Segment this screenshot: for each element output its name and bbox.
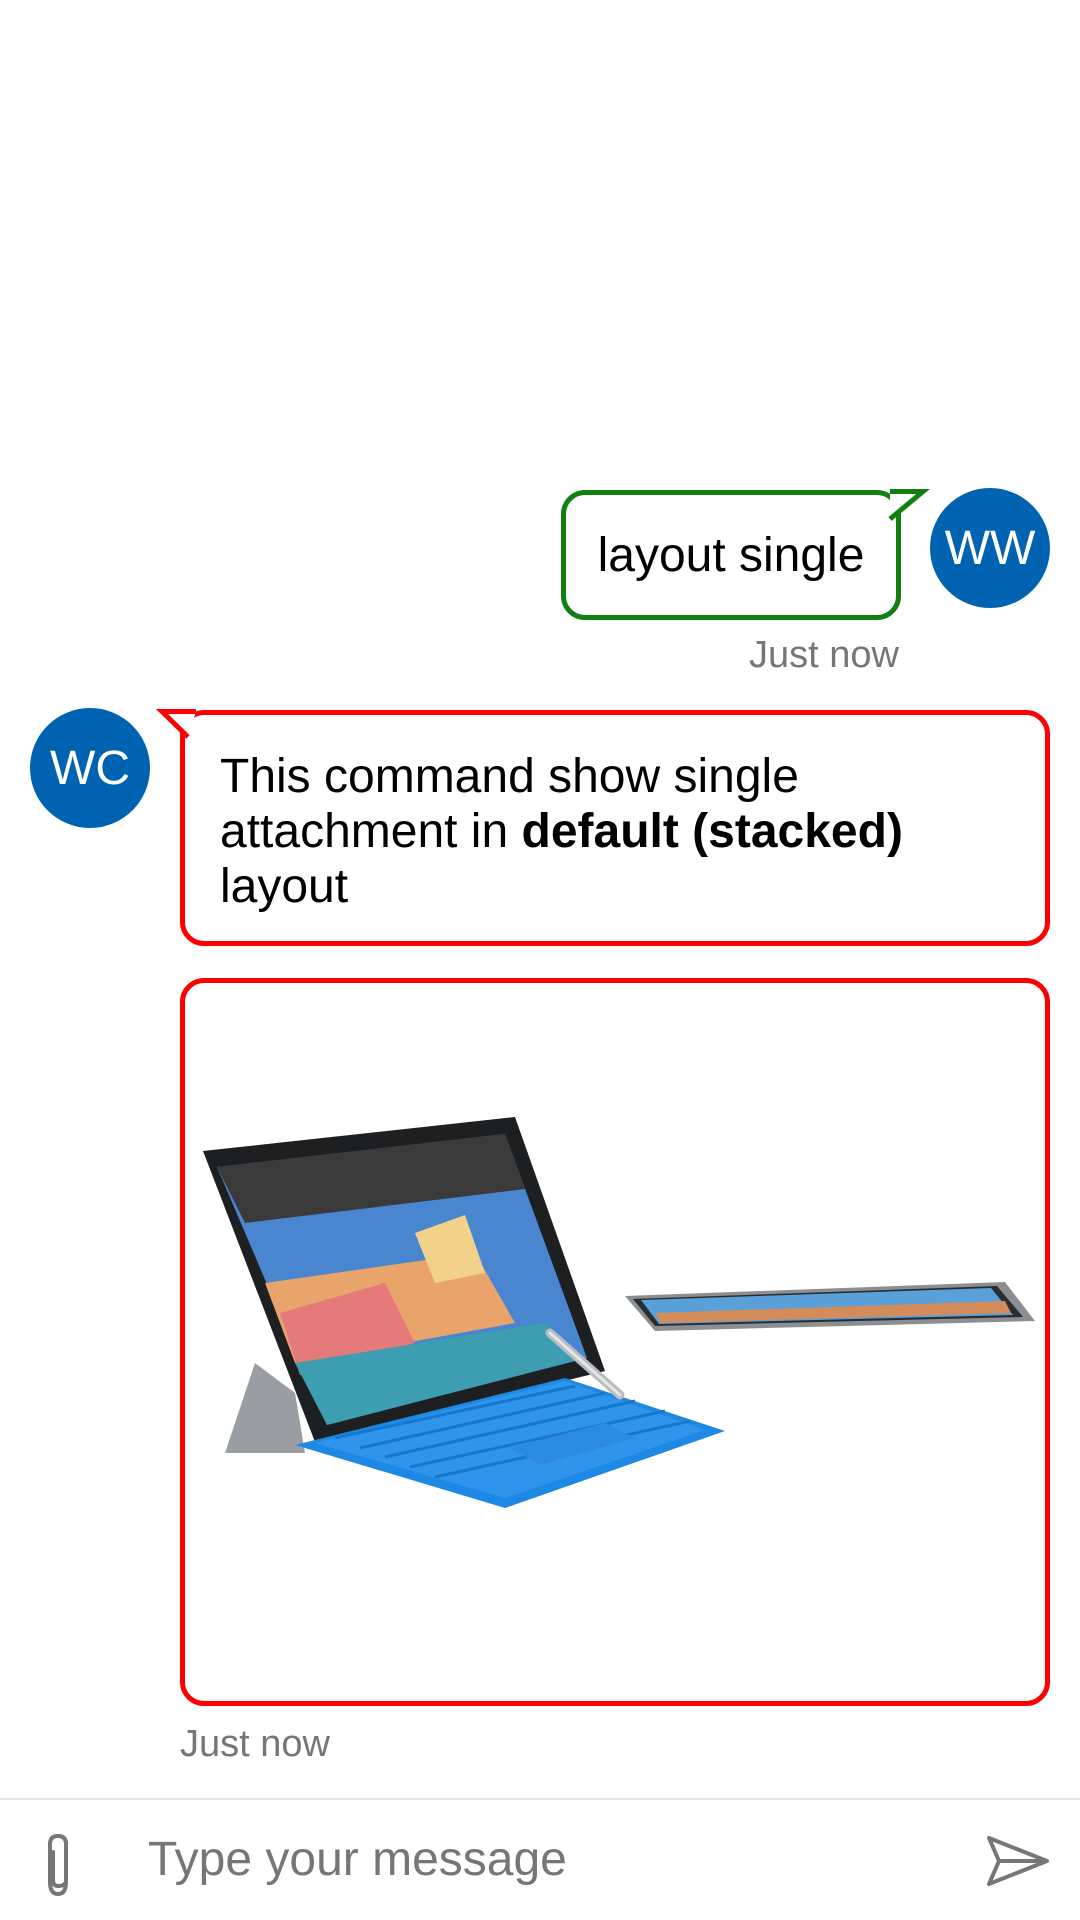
user-message-bubble: layout single bbox=[561, 490, 901, 620]
bot-avatar-initials: WC bbox=[50, 741, 130, 795]
flat-tablet-illustration bbox=[625, 1282, 1035, 1331]
send-icon[interactable] bbox=[985, 1834, 1051, 1888]
message-input[interactable] bbox=[148, 1822, 948, 1896]
bot-message-text: This command show single attachment in d… bbox=[220, 750, 903, 913]
bot-message-bubble: This command show single attachment in d… bbox=[180, 710, 1050, 946]
attachment-card[interactable] bbox=[180, 978, 1050, 1706]
bot-avatar[interactable]: WC bbox=[30, 708, 150, 828]
user-message-timestamp: Just now bbox=[749, 634, 899, 676]
bot-message-bold-text: default (stacked) bbox=[521, 805, 903, 858]
user-bubble-nub bbox=[888, 489, 930, 521]
message-composer bbox=[0, 1798, 1080, 1920]
bot-message-timestamp: Just now bbox=[180, 1723, 330, 1765]
user-message-text: layout single bbox=[597, 528, 865, 582]
user-avatar[interactable]: WW bbox=[930, 488, 1050, 608]
bot-message-text-part: layout bbox=[220, 860, 349, 913]
paperclip-icon[interactable] bbox=[36, 1830, 82, 1900]
user-avatar-initials: WW bbox=[944, 521, 1036, 575]
bot-bubble-nub bbox=[155, 709, 196, 739]
attachment-image[interactable] bbox=[185, 983, 1045, 1701]
